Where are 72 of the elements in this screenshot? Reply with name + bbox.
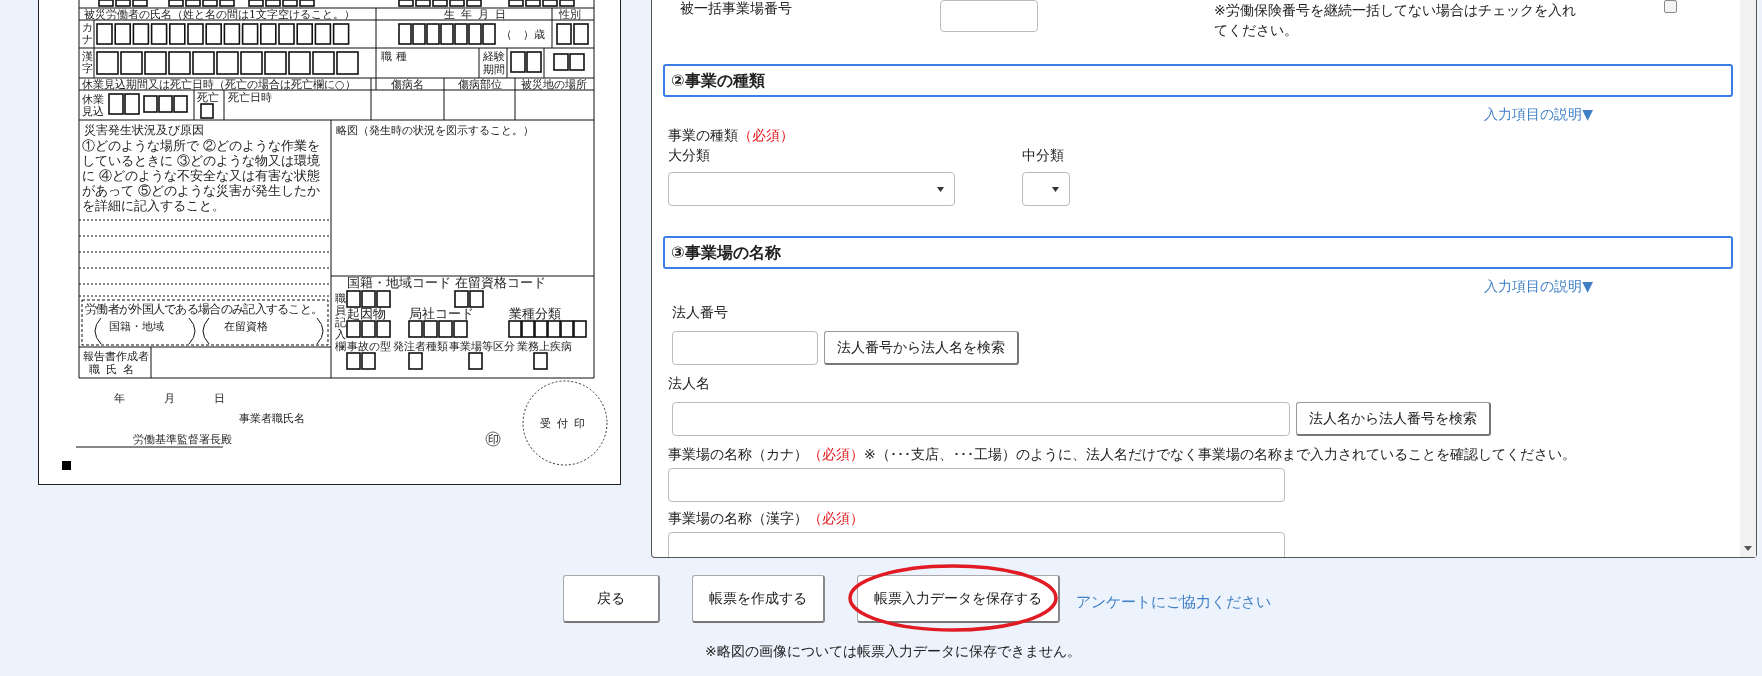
- form-label: 労働基準監督署長殿: [133, 433, 232, 446]
- field-label: 被一括事業場番号: [679, 0, 793, 16]
- form-label: 傷病名: [391, 78, 424, 91]
- caret-icon: [937, 186, 944, 192]
- action-button[interactable]: 帳票を作成する: [692, 575, 825, 623]
- form-label: 生年月日: [444, 8, 512, 21]
- form-label: 局社コード: [409, 306, 474, 321]
- action-button[interactable]: 帳票入力データを保存する: [857, 575, 1060, 623]
- form-instructions: ①どのような場所で ②どのような作業をしているときに ③どのような物又は環境に ④どのような不安全な又は有害な状態があって ⑤どのような災害が発生したかを詳細に記入すること。: [82, 138, 322, 213]
- footnote: ※略図の画像については帳票入力データに保存できません。: [704, 643, 1082, 661]
- form-label: 性別: [559, 8, 581, 21]
- form-label: 死亡日時: [228, 91, 272, 104]
- form-label: カナ: [82, 21, 93, 46]
- field-label: 法人名: [667, 375, 711, 391]
- field-label: 事業場の名称（カナ）（必須）※（･･･支店、･･･工場）のように、法人名だけでなく事業場の名称まで入力されていることを確認してください。: [667, 446, 1577, 462]
- form-label: 事業場等区分: [449, 340, 515, 353]
- form-label: （ ）歳: [501, 28, 545, 41]
- search-button[interactable]: 法人番号から法人名を検索: [824, 331, 1019, 365]
- input-field[interactable]: [672, 331, 818, 365]
- help-link[interactable]: 入力項目の説明▼: [1484, 278, 1593, 294]
- form-label: 国籍・地域コード: [347, 275, 451, 290]
- field-label: 中分類: [1022, 147, 1065, 163]
- section-header: ③事業場の名称: [663, 236, 1733, 269]
- input-field[interactable]: [668, 468, 1285, 502]
- form-label: 休業見込: [82, 93, 104, 118]
- form-label: 職員記入欄: [335, 292, 346, 353]
- form-label: 業務上疾病: [517, 340, 572, 353]
- scrollbar[interactable]: [1740, 0, 1756, 557]
- form-label: 傷病部位: [458, 78, 502, 91]
- form-label: 事故の型: [347, 340, 391, 353]
- form-heading: 略図（発生時の状況を図示すること。）: [336, 124, 534, 137]
- form-label: 国籍・地域: [109, 320, 164, 333]
- checkbox[interactable]: [1664, 0, 1677, 13]
- form-label: 在留資格: [224, 320, 268, 333]
- form-label: 事業者職氏名: [239, 412, 305, 425]
- form-label: 職種: [381, 50, 411, 63]
- search-button[interactable]: 法人名から法人番号を検索: [1296, 402, 1491, 436]
- form-heading: 災害発生状況及び原因: [84, 123, 204, 137]
- field-label: 大分類: [668, 147, 711, 163]
- form-label: 報告書作成者職氏名: [83, 350, 149, 376]
- survey-link[interactable]: アンケートにご協力ください: [1076, 592, 1271, 612]
- square-mark: [62, 461, 71, 470]
- stamp-circle: 受付印: [522, 380, 608, 466]
- seal-mark: 印: [485, 431, 501, 447]
- date-label: 日: [214, 392, 225, 405]
- form-label: 漢字: [82, 50, 93, 75]
- form-label: 在留資格コード: [455, 275, 546, 290]
- field-label: 法人番号: [671, 304, 729, 320]
- scroll-down-icon[interactable]: [1744, 546, 1752, 551]
- select-field[interactable]: [1022, 172, 1070, 206]
- caret-icon: [1052, 186, 1059, 192]
- input-field[interactable]: [940, 0, 1038, 32]
- form-label: 死亡: [197, 91, 219, 104]
- form-label: 業種分類: [509, 306, 561, 321]
- input-field[interactable]: [672, 402, 1290, 436]
- help-link[interactable]: 入力項目の説明▼: [1484, 106, 1593, 122]
- form-label: 発注者種類: [393, 340, 448, 353]
- form-label: 経験期間: [483, 50, 505, 76]
- date-label: 月: [164, 392, 175, 405]
- form-label: 起因物: [347, 306, 386, 321]
- input-field[interactable]: [668, 532, 1285, 557]
- action-button[interactable]: 戻る: [563, 575, 660, 623]
- section-header: ②事業の種類: [663, 64, 1733, 97]
- field-label: 事業の種類（必須）: [667, 127, 795, 143]
- form-label: 労働者が外国人である場合のみ記入すること。: [85, 302, 323, 316]
- field-label: 事業場の名称（漢字）（必須）: [667, 510, 865, 526]
- select-field[interactable]: [668, 172, 955, 206]
- form-label: 休業見込期間又は死亡日時（死亡の場合は死亡欄に○）: [82, 78, 356, 91]
- form-label: 被災労働者の氏名（姓と名の間は1文字空けること。）: [84, 8, 355, 21]
- form-label: 被災地の場所: [521, 78, 587, 91]
- field-note: ※労働保険番号を継続一括してない場合はチェックを入れてください。: [1214, 1, 1577, 40]
- date-label: 年: [114, 392, 125, 405]
